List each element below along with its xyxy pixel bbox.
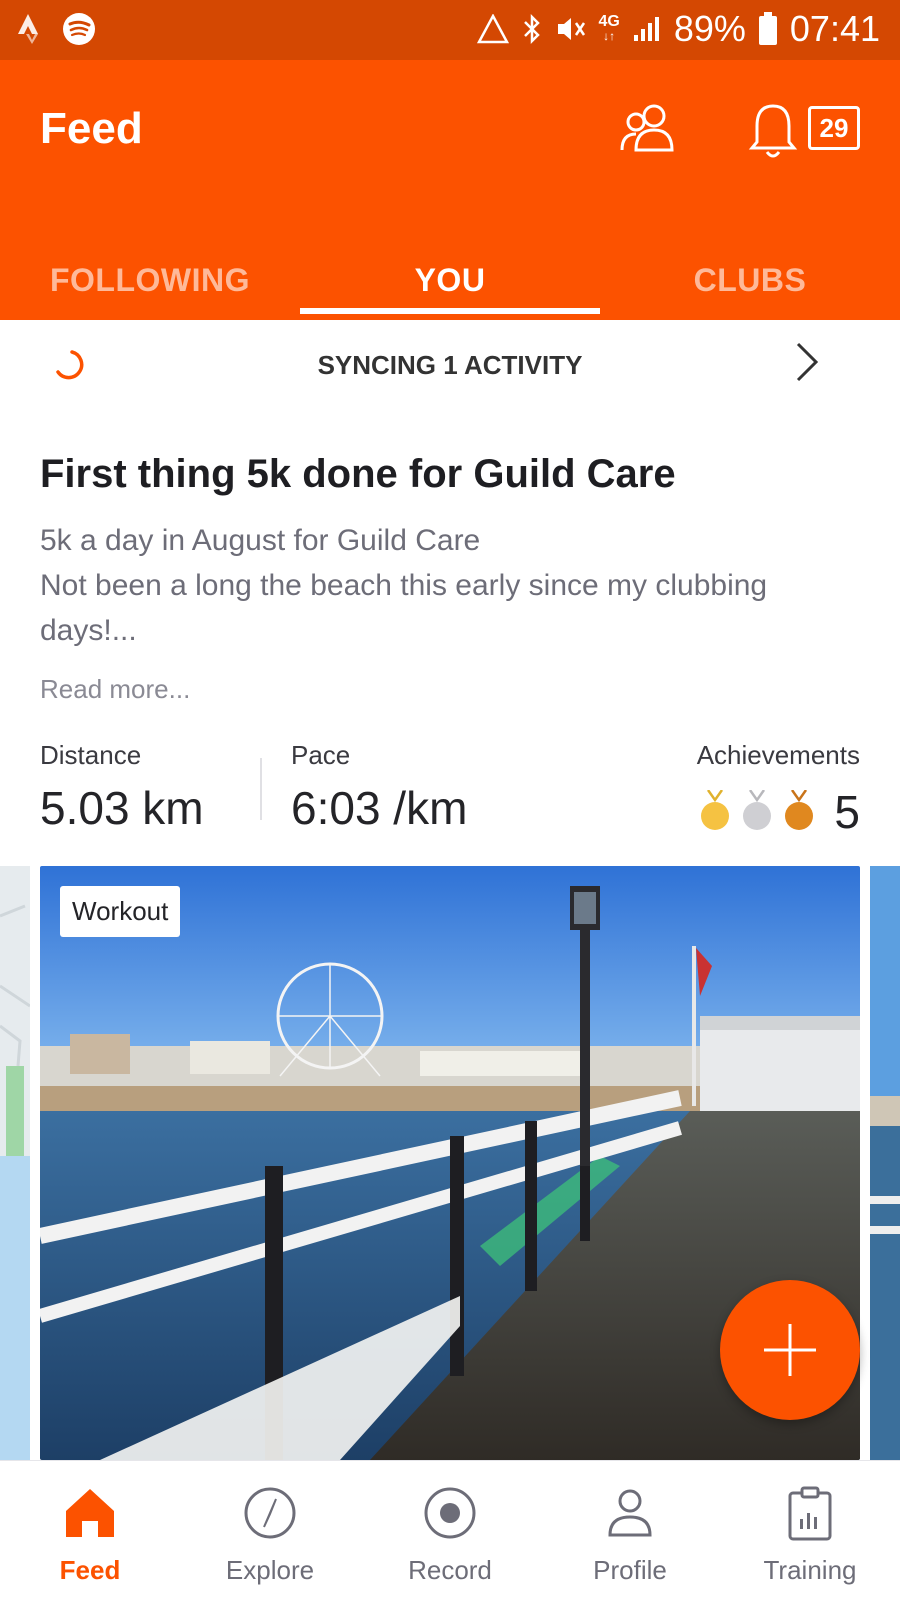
bronze-medal-icon: [785, 790, 814, 830]
signal-icon: [632, 15, 662, 43]
record-icon: [420, 1483, 480, 1543]
workout-tag: Workout: [60, 886, 181, 937]
people-icon: [620, 104, 674, 152]
nav-label: Record: [408, 1555, 492, 1585]
sync-status-row[interactable]: SYNCING 1 ACTIVITY: [0, 320, 900, 420]
nav-feed[interactable]: Feed: [0, 1461, 180, 1600]
network-type-icon: 4G ↓↑: [598, 13, 620, 44]
status-bar: 4G ↓↑ 89% 07:41: [0, 0, 900, 60]
clock: 07:41: [789, 8, 880, 49]
strava-notification-icon: [18, 14, 44, 44]
next-photo-thumbnail[interactable]: [870, 866, 900, 1460]
spotify-icon: [62, 12, 96, 46]
nav-label: Feed: [59, 1555, 121, 1585]
achievements-stat[interactable]: Achievements 5: [697, 740, 860, 839]
sync-status-text: SYNCING 1 ACTIVITY: [317, 350, 583, 380]
read-more-link[interactable]: Read more...: [40, 674, 190, 705]
battery-icon: [758, 12, 778, 46]
gold-medal-icon: [701, 790, 730, 830]
plus-icon: [764, 1324, 816, 1376]
stat-divider: [260, 758, 262, 820]
clipboard-chart-icon: [780, 1483, 840, 1543]
pace-label: Pace: [291, 740, 351, 770]
page-title: Feed: [40, 104, 143, 153]
compass-icon: [240, 1483, 300, 1543]
add-button[interactable]: [720, 1280, 860, 1420]
distance-value: 5.03 km: [40, 782, 204, 834]
activity-stats: Distance 5.03 km Pace 6:03 /km Achieveme…: [0, 740, 900, 840]
activity-title[interactable]: First thing 5k done for Guild Care: [40, 452, 676, 497]
mute-icon: [555, 14, 587, 44]
silver-medal-icon: [743, 790, 772, 830]
achievements-count: 5: [834, 786, 860, 838]
nav-profile[interactable]: Profile: [540, 1461, 720, 1600]
notifications-button[interactable]: 29: [748, 102, 868, 162]
distance-label: Distance: [40, 740, 142, 770]
nav-label: Training: [763, 1555, 857, 1585]
find-friends-button[interactable]: [618, 102, 678, 154]
battery-percent: 89%: [673, 8, 746, 49]
nav-record[interactable]: Record: [360, 1461, 540, 1600]
nav-label: Explore: [225, 1555, 315, 1585]
tab-clubs[interactable]: CLUBS: [600, 260, 900, 320]
nav-training[interactable]: Training: [720, 1461, 900, 1600]
chevron-right-icon: [796, 342, 819, 382]
recycle-icon: [476, 14, 509, 44]
nav-label: Profile: [593, 1555, 667, 1585]
home-icon: [60, 1483, 120, 1543]
tab-indicator: [300, 308, 600, 314]
bottom-navigation: Feed Explore Record Profile Training: [0, 1460, 900, 1600]
notification-count-badge: 29: [808, 106, 860, 150]
bell-icon: [748, 104, 798, 158]
route-map-thumbnail[interactable]: [0, 866, 30, 1460]
app-header: Feed 29 FOLLOWING YOU CLUBS: [0, 60, 900, 320]
bluetooth-icon: [521, 13, 543, 45]
activity-description-line: Not been a long the beach this early sin…: [40, 569, 768, 647]
activity-description: 5k a day in August for Guild Care Not be…: [40, 518, 860, 653]
activity-description-line: 5k a day in August for Guild Care: [40, 524, 481, 557]
tab-following[interactable]: FOLLOWING: [0, 260, 300, 320]
nav-explore[interactable]: Explore: [180, 1461, 360, 1600]
pace-value: 6:03 /km: [291, 782, 468, 834]
achievements-label: Achievements: [696, 740, 860, 770]
distance-stat: Distance 5.03 km: [40, 740, 204, 835]
profile-icon: [600, 1483, 660, 1543]
pace-stat: Pace 6:03 /km: [291, 740, 467, 835]
